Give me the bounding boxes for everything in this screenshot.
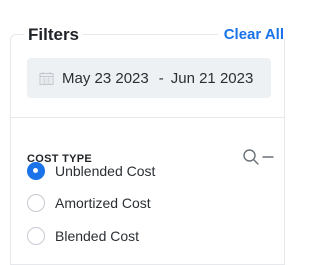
radio-option-amortized[interactable]: Amortized Cost xyxy=(27,192,151,214)
date-separator: - xyxy=(158,69,164,87)
section-divider xyxy=(11,117,284,118)
filters-panel: Filters Clear All May 23 2023 - Jun 21 2… xyxy=(10,0,285,265)
date-range-picker[interactable]: May 23 2023 - Jun 21 2023 xyxy=(27,58,271,98)
filters-title: Filters xyxy=(24,24,84,46)
radio-option-unblended[interactable]: Unblended Cost xyxy=(27,160,155,182)
radio-label: Unblended Cost xyxy=(55,163,156,179)
minus-icon[interactable] xyxy=(262,148,274,166)
calendar-icon xyxy=(39,71,54,86)
radio-label: Amortized Cost xyxy=(55,195,151,211)
date-start: May 23 2023 xyxy=(62,69,149,87)
filters-header: Filters Clear All xyxy=(10,24,285,46)
search-icon[interactable] xyxy=(242,148,260,166)
radio-button[interactable] xyxy=(27,194,45,212)
radio-option-blended[interactable]: Blended Cost xyxy=(27,225,139,247)
radio-button[interactable] xyxy=(27,162,45,180)
date-end: Jun 21 2023 xyxy=(170,69,254,87)
radio-label: Blended Cost xyxy=(55,228,140,244)
radio-button[interactable] xyxy=(27,227,45,245)
clear-all-button[interactable]: Clear All xyxy=(217,24,284,46)
